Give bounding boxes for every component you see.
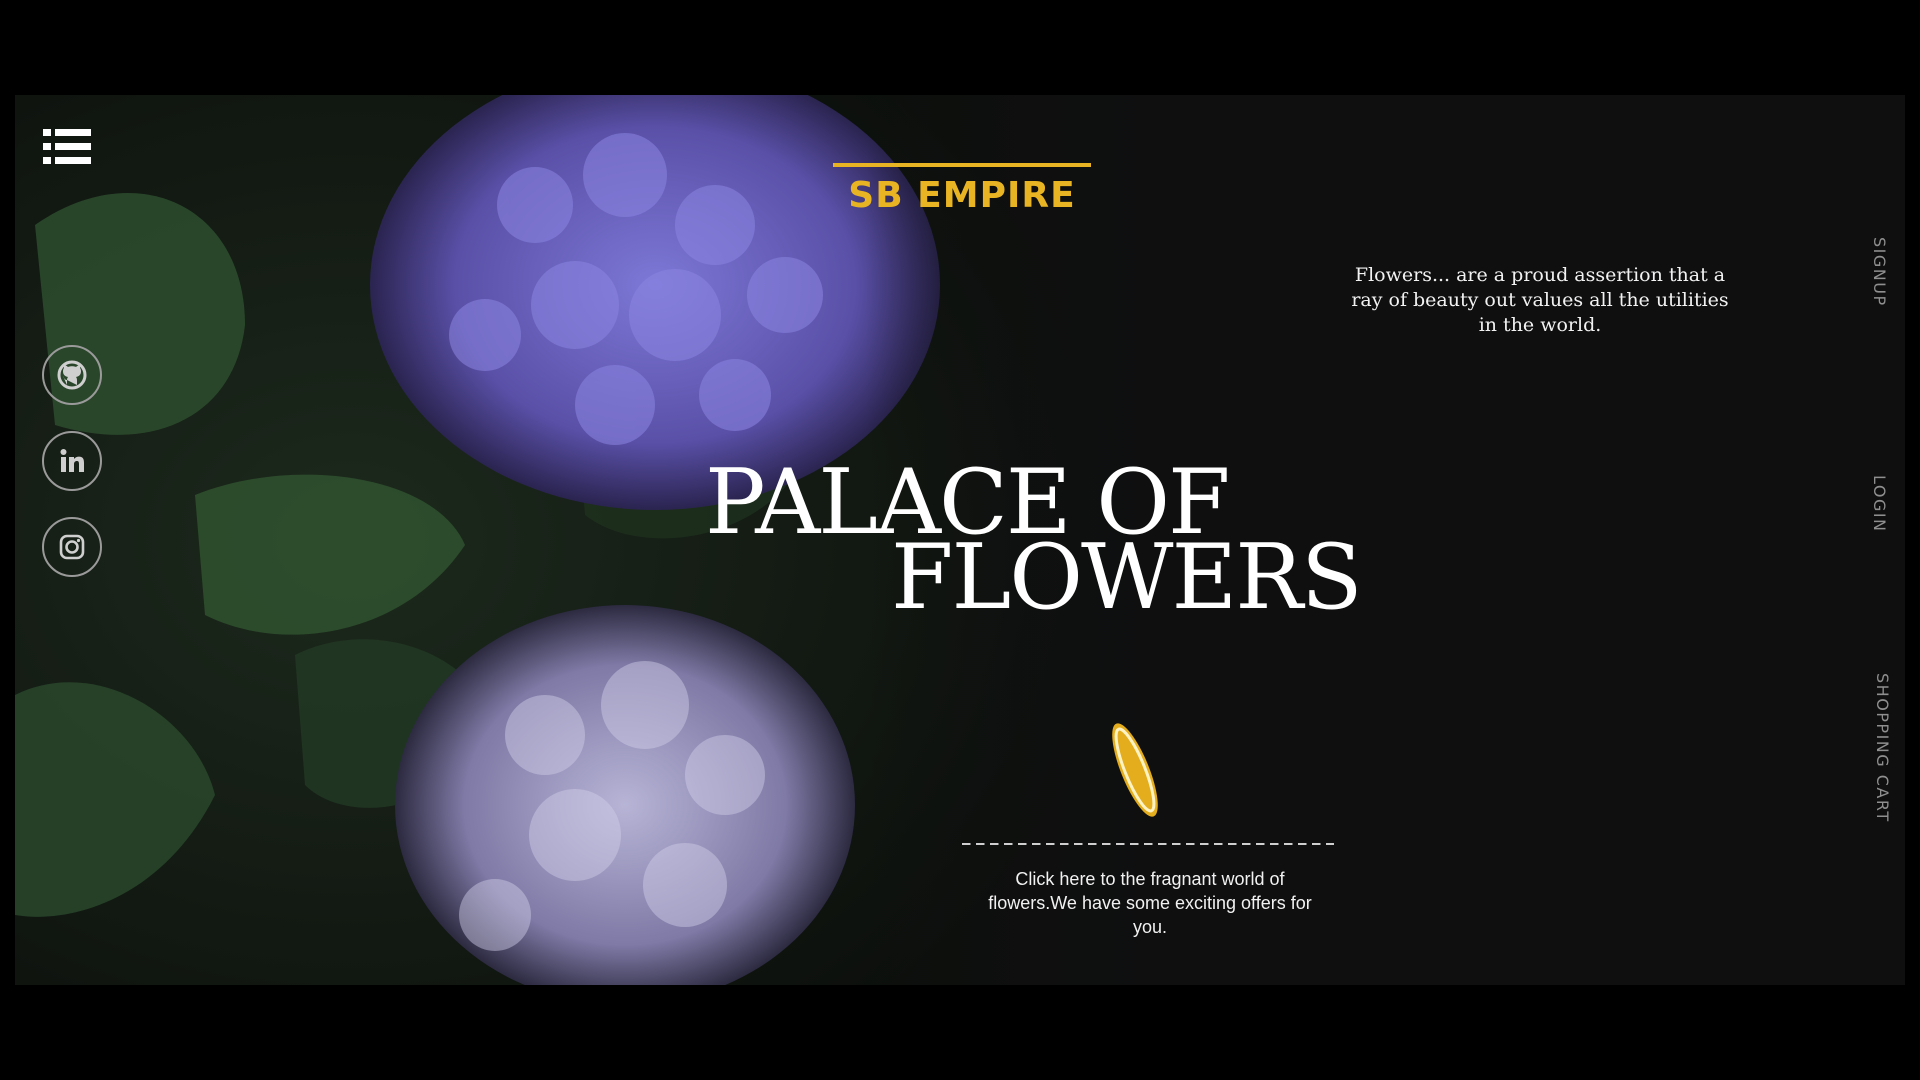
instagram-icon (59, 534, 85, 560)
login-link[interactable]: LOGIN (1870, 475, 1889, 533)
dashed-divider (962, 843, 1334, 845)
linkedin-link[interactable] (42, 431, 102, 491)
golden-petal-icon[interactable] (1100, 715, 1170, 825)
page-title: PALACE OF FLOWERS (705, 458, 1405, 623)
hero-quote: Flowers... are a proud assertion that a … (1351, 264, 1729, 336)
linkedin-icon (60, 449, 84, 472)
hero-stage: SB EMPIRE Flowers... are a proud asserti… (15, 95, 1905, 985)
shopping-cart-link[interactable]: SHOPPING CART (1849, 673, 1893, 823)
cta-link[interactable]: Click here to the fragnant world of flow… (975, 867, 1325, 939)
signup-link[interactable]: SIGNUP (1870, 237, 1889, 307)
brand-logo-text[interactable]: SB EMPIRE (833, 175, 1091, 216)
instagram-link[interactable] (42, 517, 102, 577)
github-link[interactable] (42, 345, 102, 405)
github-icon (57, 360, 87, 390)
brand-accent-line (833, 163, 1091, 167)
hamburger-list-icon[interactable] (43, 127, 91, 167)
